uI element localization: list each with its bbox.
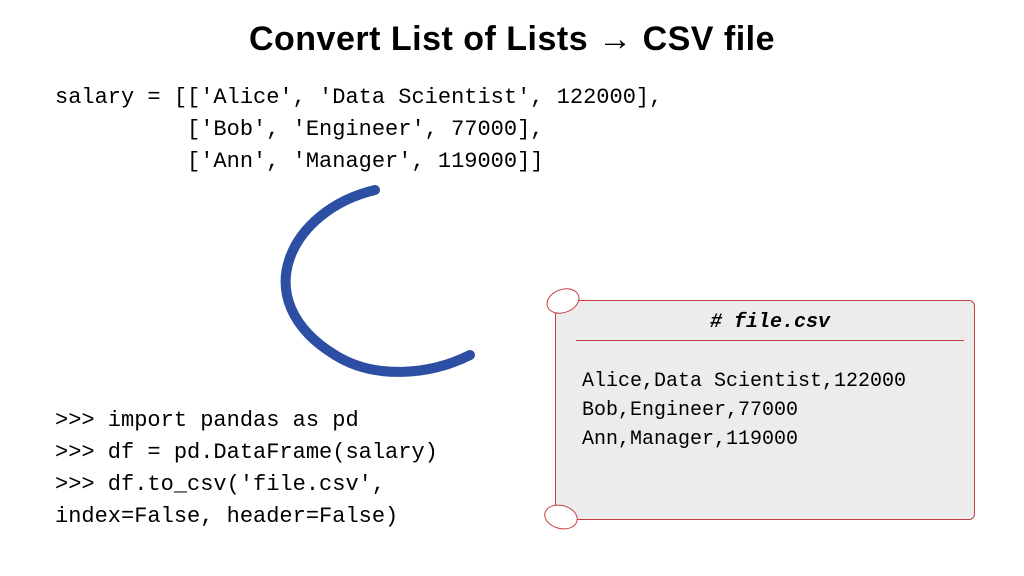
- pandas-code: >>> import pandas as pd >>> df = pd.Data…: [55, 405, 438, 533]
- csv-file-panel: # file.csv Alice,Data Scientist,122000 B…: [555, 300, 975, 520]
- salary-list-code: salary = [['Alice', 'Data Scientist', 12…: [55, 82, 662, 178]
- csv-file-name: # file.csv: [576, 311, 964, 341]
- scroll-curl-icon: [541, 501, 580, 533]
- title-left: Convert List of Lists: [249, 20, 588, 58]
- csv-file-content: Alice,Data Scientist,122000 Bob,Engineer…: [582, 367, 964, 454]
- slide: Convert List of Lists → CSV file salary …: [0, 0, 1024, 576]
- curved-arrow-icon: [255, 180, 515, 390]
- title-right: CSV file: [643, 20, 775, 58]
- arrow-right-icon: →: [598, 20, 633, 58]
- page-title: Convert List of Lists → CSV file: [0, 20, 1024, 59]
